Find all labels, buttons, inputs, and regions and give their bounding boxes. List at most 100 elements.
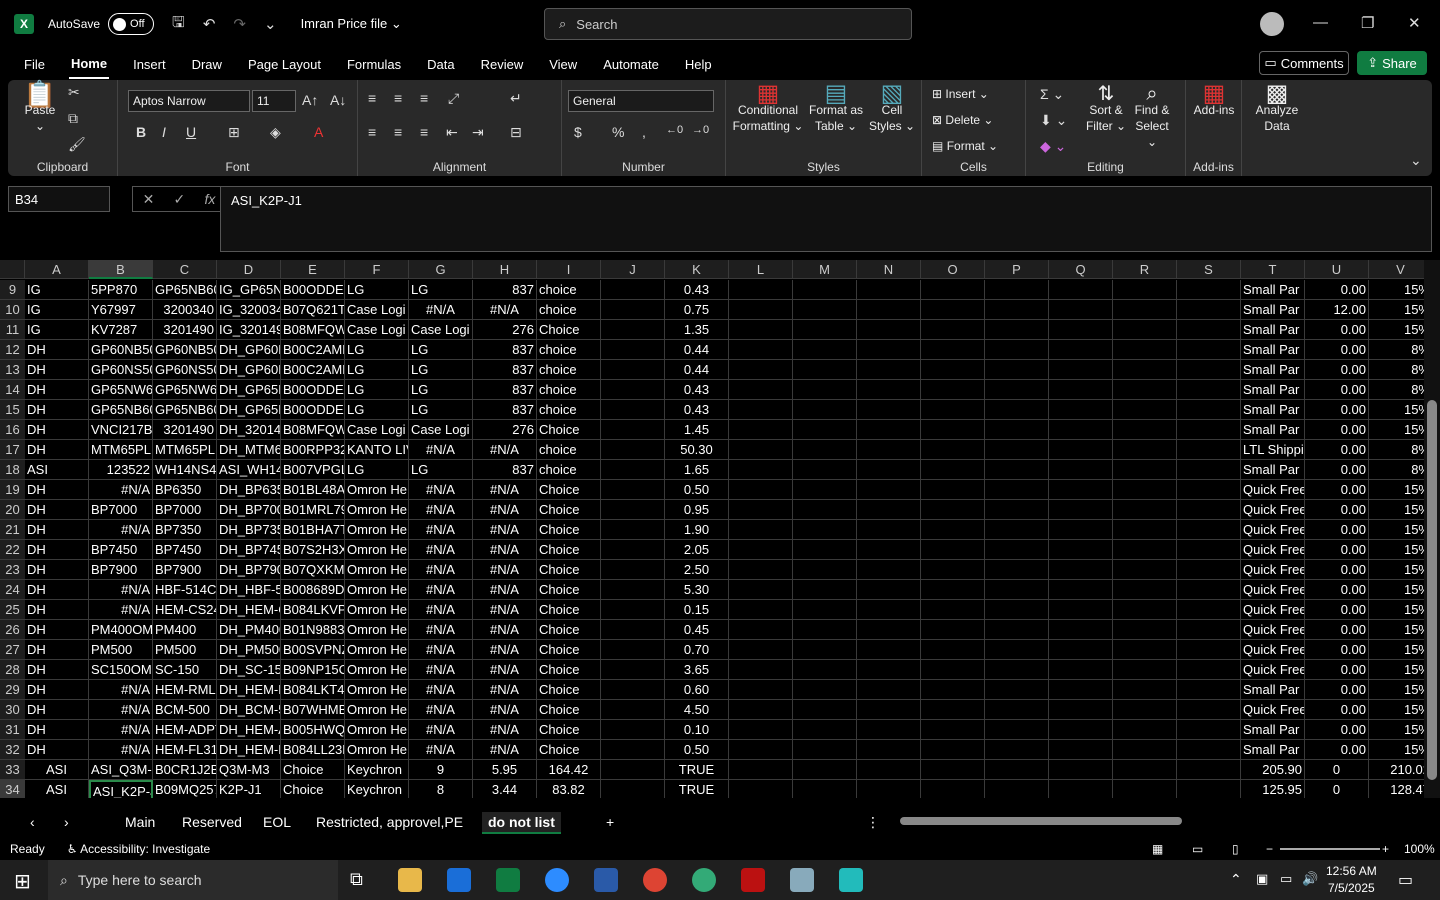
row-header[interactable]: 19 [0, 480, 25, 500]
vertical-scroll-thumb[interactable] [1427, 400, 1437, 780]
cell-h16[interactable]: 276 [473, 420, 537, 440]
file-name[interactable]: Imran Price file ⌄ [301, 16, 402, 32]
notification-icon[interactable]: ▭ [1398, 870, 1413, 890]
cell-r27[interactable] [1113, 640, 1177, 660]
cell-b20[interactable]: BP7000 [89, 500, 153, 520]
cell-q20[interactable] [1049, 500, 1113, 520]
cell-l20[interactable] [729, 500, 793, 520]
decrease-decimal-icon[interactable]: →0 [692, 124, 709, 136]
cell-c14[interactable]: GP65NW6 [153, 380, 217, 400]
cell-c28[interactable]: SC-150 [153, 660, 217, 680]
save-icon[interactable]: 🖫 [172, 12, 185, 37]
cell-c31[interactable]: HEM-ADPT [153, 720, 217, 740]
cell-o23[interactable] [921, 560, 985, 580]
cell-d13[interactable]: DH_GP60N [217, 360, 281, 380]
cell-s21[interactable] [1177, 520, 1241, 540]
cell-v31[interactable]: 15% [1369, 720, 1424, 740]
cell-i16[interactable]: Choice [537, 420, 601, 440]
cell-v16[interactable]: 15% [1369, 420, 1424, 440]
cell-n20[interactable] [857, 500, 921, 520]
cell-o14[interactable] [921, 380, 985, 400]
cell-g16[interactable]: Case Logi [409, 420, 473, 440]
column-header-j[interactable]: J [601, 260, 665, 279]
cell-t23[interactable]: Quick Free [1241, 560, 1305, 580]
cell-i33[interactable]: 164.42 [537, 760, 601, 780]
page-break-view-icon[interactable]: ▯ [1232, 842, 1239, 856]
font-size-select[interactable]: 11 [252, 90, 296, 112]
cell-h23[interactable]: #N/A [473, 560, 537, 580]
cell-o28[interactable] [921, 660, 985, 680]
cell-d18[interactable]: ASI_WH14 [217, 460, 281, 480]
cell-s12[interactable] [1177, 340, 1241, 360]
calculator-icon[interactable] [594, 868, 618, 892]
cell-m33[interactable] [793, 760, 857, 780]
cell-o20[interactable] [921, 500, 985, 520]
cell-g19[interactable]: #N/A [409, 480, 473, 500]
cell-i22[interactable]: Choice [537, 540, 601, 560]
cell-p17[interactable] [985, 440, 1049, 460]
cell-u28[interactable]: 0.00 [1305, 660, 1369, 680]
cell-a11[interactable]: IG [25, 320, 89, 340]
cell-i15[interactable]: choice [537, 400, 601, 420]
cell-q25[interactable] [1049, 600, 1113, 620]
cell-g13[interactable]: LG [409, 360, 473, 380]
cell-i25[interactable]: Choice [537, 600, 601, 620]
cell-t18[interactable]: Small Par [1241, 460, 1305, 480]
cell-b24[interactable]: #N/A [89, 580, 153, 600]
cell-p28[interactable] [985, 660, 1049, 680]
cell-f13[interactable]: LG [345, 360, 409, 380]
horizontal-scroll-thumb[interactable] [900, 817, 1182, 825]
cell-q30[interactable] [1049, 700, 1113, 720]
cell-n13[interactable] [857, 360, 921, 380]
cell-o30[interactable] [921, 700, 985, 720]
select-all-corner[interactable] [0, 260, 25, 279]
wrap-text-icon[interactable]: ↵ [510, 90, 522, 107]
cell-d25[interactable]: DH_HEM-C [217, 600, 281, 620]
cell-a9[interactable]: IG [25, 280, 89, 300]
column-header-n[interactable]: N [857, 260, 921, 279]
cell-k16[interactable]: 1.45 [665, 420, 729, 440]
cell-k15[interactable]: 0.43 [665, 400, 729, 420]
cell-o12[interactable] [921, 340, 985, 360]
cell-d27[interactable]: DH_PM500 [217, 640, 281, 660]
cell-j11[interactable] [601, 320, 665, 340]
cell-v29[interactable]: 15% [1369, 680, 1424, 700]
cell-b16[interactable]: VNCI217B [89, 420, 153, 440]
cell-p19[interactable] [985, 480, 1049, 500]
cell-h33[interactable]: 5.95 [473, 760, 537, 780]
cell-v30[interactable]: 15% [1369, 700, 1424, 720]
cell-d20[interactable]: DH_BP700 [217, 500, 281, 520]
orientation-icon[interactable]: ⤢ [448, 90, 459, 107]
cell-v17[interactable]: 8% [1369, 440, 1424, 460]
cell-p23[interactable] [985, 560, 1049, 580]
cell-o29[interactable] [921, 680, 985, 700]
cell-r17[interactable] [1113, 440, 1177, 460]
cell-l11[interactable] [729, 320, 793, 340]
cell-u16[interactable]: 0.00 [1305, 420, 1369, 440]
cell-o33[interactable] [921, 760, 985, 780]
cell-q11[interactable] [1049, 320, 1113, 340]
cell-j25[interactable] [601, 600, 665, 620]
cell-b31[interactable]: #N/A [89, 720, 153, 740]
cell-d28[interactable]: DH_SC-150 [217, 660, 281, 680]
cell-c9[interactable]: GP65NB60 [153, 280, 217, 300]
cell-k31[interactable]: 0.10 [665, 720, 729, 740]
cell-a15[interactable]: DH [25, 400, 89, 420]
cell-h9[interactable]: 837 [473, 280, 537, 300]
cell-p34[interactable] [985, 780, 1049, 798]
cell-h13[interactable]: 837 [473, 360, 537, 380]
cell-l12[interactable] [729, 340, 793, 360]
cell-k19[interactable]: 0.50 [665, 480, 729, 500]
cell-b18[interactable]: 123522 [89, 460, 153, 480]
cell-d23[interactable]: DH_BP790 [217, 560, 281, 580]
cell-a34[interactable]: ASI [25, 780, 89, 798]
cell-d19[interactable]: DH_BP635 [217, 480, 281, 500]
cell-q12[interactable] [1049, 340, 1113, 360]
cell-p21[interactable] [985, 520, 1049, 540]
cell-o22[interactable] [921, 540, 985, 560]
task-view-icon[interactable]: ⧉ [350, 869, 363, 890]
cell-f21[interactable]: Omron He [345, 520, 409, 540]
clock[interactable]: 12:56 AM 7/5/2025 [1326, 863, 1377, 897]
cell-n15[interactable] [857, 400, 921, 420]
row-header[interactable]: 21 [0, 520, 25, 540]
